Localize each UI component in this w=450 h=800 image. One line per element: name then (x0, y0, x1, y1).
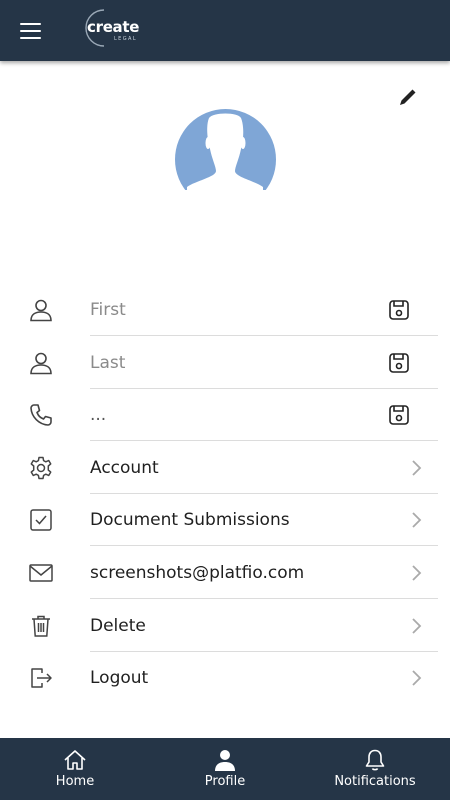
save-icon[interactable] (388, 299, 410, 321)
divider (90, 545, 438, 546)
person-icon (28, 350, 54, 376)
gear-icon (28, 455, 54, 481)
menu-item-delete[interactable]: Delete (0, 600, 450, 652)
logo-text: create (87, 18, 140, 36)
menu-item-account[interactable]: Account (0, 442, 450, 494)
top-app-bar: create LEGAL (0, 0, 450, 61)
phone-field[interactable]: ... (90, 389, 106, 441)
last-name-field[interactable]: Last (90, 337, 125, 389)
divider (90, 335, 438, 336)
chevron-right-icon (409, 669, 423, 687)
phone-row: ... (0, 389, 450, 441)
nav-home[interactable]: Home (0, 738, 150, 800)
trash-icon (28, 613, 54, 639)
chevron-right-icon (409, 617, 423, 635)
menu-item-label: Delete (90, 616, 146, 636)
menu-item-label: Document Submissions (90, 510, 290, 530)
avatar[interactable] (175, 109, 276, 190)
create-legal-logo[interactable]: create LEGAL (78, 8, 140, 48)
bottom-navigation: Home Profile Notifications (0, 738, 450, 800)
phone-icon (28, 402, 54, 428)
home-icon (64, 750, 86, 770)
chevron-right-icon (409, 511, 423, 529)
last-name-row: Last (0, 337, 450, 389)
nav-profile[interactable]: Profile (150, 738, 300, 800)
save-icon[interactable] (388, 404, 410, 426)
hamburger-menu-icon[interactable] (20, 22, 42, 40)
person-icon (28, 297, 54, 323)
menu-item-label: Account (90, 458, 159, 478)
nav-notifications-label: Notifications (334, 774, 416, 789)
logout-icon (28, 665, 54, 691)
menu-item-label: Logout (90, 668, 149, 688)
bell-icon (365, 749, 385, 771)
first-name-row: First (0, 284, 450, 336)
checkbox-icon (28, 507, 54, 533)
nav-notifications[interactable]: Notifications (300, 738, 450, 800)
pencil-icon[interactable] (397, 86, 419, 108)
divider (90, 440, 438, 441)
menu-item-logout[interactable]: Logout (0, 652, 450, 704)
envelope-icon (28, 560, 54, 586)
profile-icon (215, 750, 235, 771)
logo-subtext: LEGAL (114, 36, 138, 42)
menu-item-label: screenshots@platfio.com (90, 563, 305, 583)
first-name-field[interactable]: First (90, 284, 126, 336)
divider (90, 598, 438, 599)
nav-profile-label: Profile (204, 774, 246, 789)
menu-item-email[interactable]: screenshots@platfio.com (0, 547, 450, 599)
save-icon[interactable] (388, 352, 410, 374)
menu-item-document-submissions[interactable]: Document Submissions (0, 494, 450, 546)
chevron-right-icon (409, 564, 423, 582)
chevron-right-icon (409, 459, 423, 477)
nav-home-label: Home (55, 774, 95, 789)
